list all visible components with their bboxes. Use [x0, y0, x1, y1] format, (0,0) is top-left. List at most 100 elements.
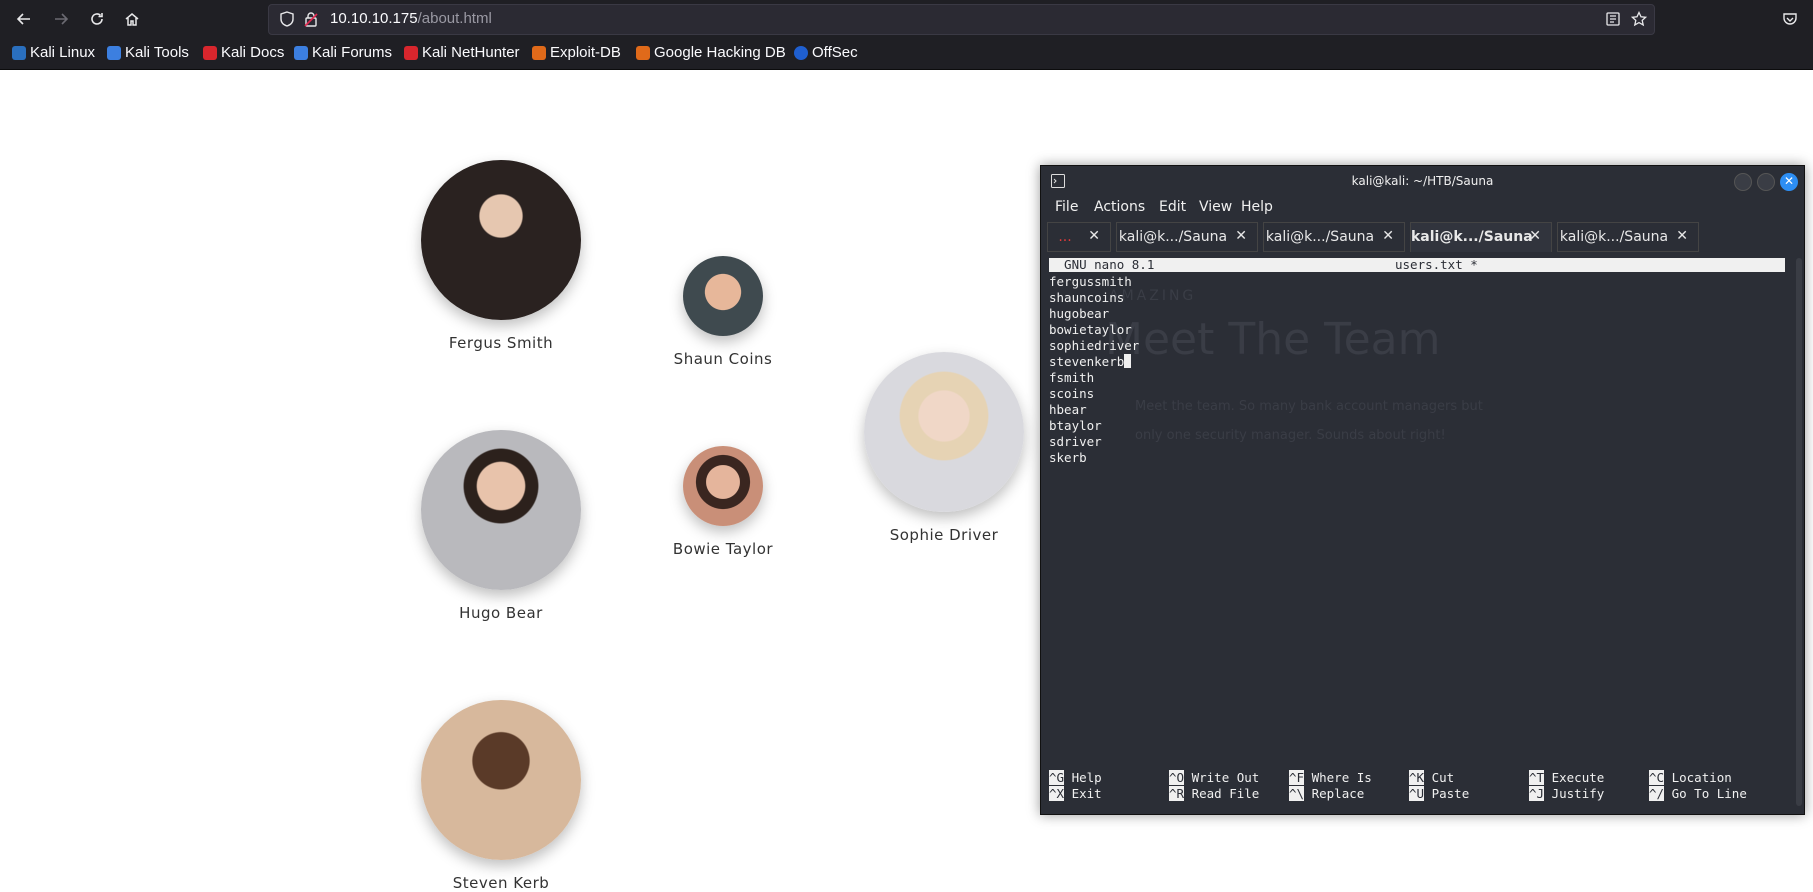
url-text[interactable]: 10.10.10.175/about.html — [330, 10, 492, 27]
shortcut-label: Write Out — [1191, 770, 1260, 785]
shortcut-write-out[interactable]: ^O Write Out — [1169, 770, 1259, 786]
close-tab-icon[interactable]: ✕ — [1676, 228, 1688, 244]
team-member-card: Hugo Bear — [411, 430, 591, 622]
member-name: Sophie Driver — [889, 526, 999, 544]
shortcut-justify[interactable]: ^J Justify — [1529, 786, 1604, 802]
tab-label: ... — [1058, 229, 1072, 245]
google-hacking-db-icon — [636, 45, 650, 60]
menu-file[interactable]: File — [1055, 199, 1078, 215]
avatar — [421, 430, 581, 590]
avatar — [683, 256, 763, 336]
shortcut-cut[interactable]: ^K Cut — [1409, 770, 1454, 786]
minimize-button[interactable] — [1734, 173, 1752, 191]
member-name: Shaun Coins — [673, 350, 773, 368]
nano-editor[interactable]: GNU nano 8.1 users.txt * AMAZING Meet The… — [1049, 258, 1789, 806]
shortcut-read-file[interactable]: ^R Read File — [1169, 786, 1259, 802]
file-line: bowietaylor — [1049, 322, 1132, 337]
shortcut-where-is[interactable]: ^F Where Is — [1289, 770, 1372, 786]
close-tab-icon[interactable]: ✕ — [1529, 228, 1541, 244]
close-window-button[interactable]: ✕ — [1780, 173, 1798, 191]
nano-filename: users.txt * — [1395, 257, 1478, 272]
bookmark-google-hacking-db[interactable]: Google Hacking DB — [636, 44, 786, 61]
close-tab-icon[interactable]: ✕ — [1235, 228, 1247, 244]
member-name: Fergus Smith — [448, 334, 554, 352]
forward-icon[interactable] — [49, 7, 73, 31]
url-bar[interactable]: 10.10.10.175/about.html — [268, 4, 1655, 35]
shortcut-label: Replace — [1311, 786, 1365, 801]
bookmark-kali-forums[interactable]: Kali Forums — [294, 44, 392, 61]
bookmark-kali-linux[interactable]: Kali Linux — [12, 44, 95, 61]
shortcut-key: ^\ — [1289, 786, 1305, 801]
shortcut-key: ^T — [1529, 770, 1545, 785]
menu-edit[interactable]: Edit — [1159, 199, 1186, 215]
ghost-text: only one security manager. Sounds about … — [1135, 428, 1446, 443]
shortcut-label: Cut — [1431, 770, 1455, 785]
shortcut-paste[interactable]: ^U Paste — [1409, 786, 1469, 802]
terminal-tab[interactable]: kali@k.../Sauna ✕ — [1263, 222, 1405, 252]
bookmark-offsec[interactable]: OffSec — [794, 44, 858, 61]
terminal-window[interactable]: kali@kali: ~/HTB/Sauna ✕ File Actions Ed… — [1040, 165, 1805, 815]
shortcut-location[interactable]: ^C Location — [1649, 770, 1732, 786]
bookmark-label: Kali NetHunter — [422, 44, 520, 61]
shield-icon[interactable] — [279, 11, 295, 27]
shortcut-key: ^C — [1649, 770, 1665, 785]
shortcut-label: Paste — [1431, 786, 1470, 801]
terminal-tab[interactable]: ... ✕ — [1047, 222, 1111, 252]
team-member-card: Sophie Driver — [854, 352, 1034, 544]
bookmark-kali-nethunter[interactable]: Kali NetHunter — [404, 44, 520, 61]
tab-label: kali@k.../Sauna — [1118, 229, 1228, 245]
menu-help[interactable]: Help — [1241, 199, 1273, 215]
file-line: shauncoins — [1049, 290, 1125, 305]
shortcut-label: Go To Line — [1671, 786, 1747, 801]
home-icon[interactable] — [120, 7, 144, 31]
bookmark-star-icon[interactable] — [1631, 11, 1647, 27]
insecure-lock-icon[interactable] — [303, 11, 319, 27]
shortcut-label: Read File — [1191, 786, 1260, 801]
tab-label: kali@k.../Sauna — [1265, 229, 1375, 245]
terminal-titlebar[interactable]: kali@kali: ~/HTB/Sauna ✕ — [1041, 166, 1804, 196]
bookmark-exploit-db[interactable]: Exploit-DB — [532, 44, 621, 61]
pocket-icon[interactable] — [1778, 7, 1802, 31]
avatar — [864, 352, 1024, 512]
shortcut-go-to-line[interactable]: ^/ Go To Line — [1649, 786, 1747, 802]
file-line: hugobear — [1049, 306, 1110, 321]
reader-view-icon[interactable] — [1605, 11, 1621, 27]
terminal-scrollbar[interactable] — [1796, 258, 1802, 806]
team-member-card: Shaun Coins — [663, 256, 783, 368]
bookmark-label: Google Hacking DB — [654, 44, 786, 61]
shortcut-key: ^R — [1169, 786, 1185, 801]
bookmark-kali-tools[interactable]: Kali Tools — [107, 44, 189, 61]
bookmark-label: Exploit-DB — [550, 44, 621, 61]
terminal-tab[interactable]: kali@k.../Sauna ✕ — [1116, 222, 1258, 252]
shortcut-execute[interactable]: ^T Execute — [1529, 770, 1604, 786]
maximize-button[interactable] — [1757, 173, 1775, 191]
file-line-current: stevenkerb — [1049, 354, 1132, 370]
reload-icon[interactable] — [85, 7, 109, 31]
shortcut-key: ^O — [1169, 770, 1185, 785]
terminal-tab[interactable]: kali@k.../Sauna ✕ — [1557, 222, 1699, 252]
bookmark-label: Kali Docs — [221, 44, 285, 61]
close-tab-icon[interactable]: ✕ — [1382, 228, 1394, 244]
shortcut-key: ^G — [1049, 770, 1065, 785]
browser-chrome: 10.10.10.175/about.html Kali Linux Kali … — [0, 0, 1813, 70]
offsec-icon — [794, 45, 808, 60]
text-cursor — [1124, 354, 1132, 368]
menu-actions[interactable]: Actions — [1094, 199, 1145, 215]
kali-forums-icon — [294, 45, 308, 60]
avatar — [683, 446, 763, 526]
terminal-tab-active[interactable]: kali@k.../Sauna ✕ — [1410, 222, 1552, 252]
shortcut-key: ^U — [1409, 786, 1425, 801]
shortcut-exit[interactable]: ^X Exit — [1049, 786, 1102, 802]
shortcut-help[interactable]: ^G Help — [1049, 770, 1102, 786]
shortcut-key: ^X — [1049, 786, 1065, 801]
ghost-text: Meet the team. So many bank account mana… — [1135, 399, 1483, 414]
member-name: Hugo Bear — [459, 604, 543, 622]
back-icon[interactable] — [12, 7, 36, 31]
file-line: hbear — [1049, 402, 1087, 417]
file-line: skerb — [1049, 450, 1087, 465]
terminal-title: kali@kali: ~/HTB/Sauna — [1351, 174, 1494, 188]
shortcut-replace[interactable]: ^\ Replace — [1289, 786, 1364, 802]
menu-view[interactable]: View — [1199, 199, 1232, 215]
close-tab-icon[interactable]: ✕ — [1088, 228, 1100, 244]
bookmark-kali-docs[interactable]: Kali Docs — [203, 44, 284, 61]
